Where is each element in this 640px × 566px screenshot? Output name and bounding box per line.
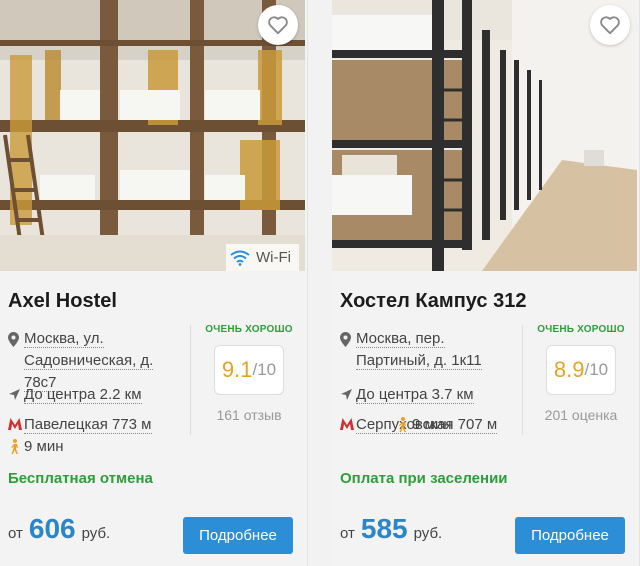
score-max: /10	[252, 360, 277, 379]
address-link[interactable]: Москва, ул. Садовническая, д. 78с7	[24, 330, 154, 392]
rating-label: ОЧЕНЬ ХОРОШО	[537, 324, 625, 335]
price-currency: руб.	[81, 525, 111, 542]
navigation-arrow-icon	[341, 389, 352, 400]
feature-label: Бесплатная отмена	[8, 470, 153, 487]
dorm-room-image	[0, 0, 305, 271]
details-button[interactable]: Подробнее	[515, 517, 625, 554]
walking-person-icon	[11, 439, 18, 454]
metro-text[interactable]: Павелецкая 773 м	[24, 416, 152, 434]
hostel-card-axel[interactable]: Wi-Fi Axel Hostel Москва, ул. Садовничес…	[0, 0, 308, 566]
score-box: 8.9/10	[546, 345, 616, 395]
metro-row: Павелецкая 773 м	[8, 414, 183, 436]
wifi-badge: Wi-Fi	[226, 244, 299, 271]
price-value: 606	[28, 513, 76, 544]
distance-text[interactable]: До центра 3.7 км	[356, 386, 474, 404]
heart-outline-icon	[268, 16, 288, 35]
walk-time: 9 мин	[412, 416, 452, 433]
reviews-count[interactable]: 161 отзыв	[197, 407, 301, 423]
favorite-button[interactable]	[590, 5, 630, 45]
price-prefix: от	[340, 525, 355, 542]
dorm-room-image	[332, 0, 637, 271]
distance-row: До центра 2.2 км	[8, 384, 183, 406]
price-value: 585	[360, 513, 408, 544]
score-max: /10	[584, 360, 609, 379]
hostel-info: Москва, ул. Садовническая, д. 78с7 До це…	[8, 328, 183, 458]
walk-row: 9 мин	[8, 436, 183, 458]
distance-row: До центра 3.7 км	[340, 384, 515, 406]
navigation-arrow-icon	[9, 389, 20, 400]
address-row: Москва, пер. Партиный, д. 1к11	[340, 328, 515, 376]
address-row: Москва, ул. Садовническая, д. 78с7	[8, 328, 183, 392]
map-pin-icon	[340, 332, 351, 347]
hostel-name[interactable]: Axel Hostel	[8, 290, 117, 313]
hostel-info: Москва, пер. Партиный, д. 1к11 До центра…	[340, 328, 515, 436]
walk-row: 9 мин	[340, 414, 515, 436]
hostel-name[interactable]: Хостел Кампус 312	[340, 290, 526, 313]
hostel-card-kampus[interactable]: Хостел Кампус 312 Москва, пер. Партиный,…	[332, 0, 640, 566]
score-box: 9.1/10	[214, 345, 284, 395]
price-currency: руб.	[413, 525, 443, 542]
rating-block: ОЧЕНЬ ХОРОШО 9.1/10 161 отзыв	[197, 324, 301, 423]
wifi-icon	[230, 250, 250, 266]
divider	[190, 325, 191, 435]
wifi-label: Wi-Fi	[256, 249, 291, 266]
heart-outline-icon	[600, 16, 620, 35]
walking-person-icon	[399, 417, 406, 432]
price-block: от 585 руб.	[340, 513, 442, 545]
feature-label: Оплата при заселении	[340, 470, 508, 487]
score-value: 8.9	[553, 357, 585, 382]
address-link[interactable]: Москва, пер. Партиный, д. 1к11	[356, 330, 482, 370]
favorite-button[interactable]	[258, 5, 298, 45]
walk-time: 9 мин	[24, 438, 64, 455]
details-button[interactable]: Подробнее	[183, 517, 293, 554]
metro-m-icon	[8, 418, 22, 430]
rating-block: ОЧЕНЬ ХОРОШО 8.9/10 201 оценка	[529, 324, 633, 423]
distance-text[interactable]: До центра 2.2 км	[24, 386, 142, 404]
map-pin-icon	[8, 332, 19, 347]
hostel-photo[interactable]	[332, 0, 637, 271]
reviews-count[interactable]: 201 оценка	[529, 407, 633, 423]
divider	[522, 325, 523, 435]
hostel-photo[interactable]: Wi-Fi	[0, 0, 305, 271]
price-block: от 606 руб.	[8, 513, 110, 545]
score-value: 9.1	[221, 357, 253, 382]
price-prefix: от	[8, 525, 23, 542]
rating-label: ОЧЕНЬ ХОРОШО	[205, 324, 293, 335]
